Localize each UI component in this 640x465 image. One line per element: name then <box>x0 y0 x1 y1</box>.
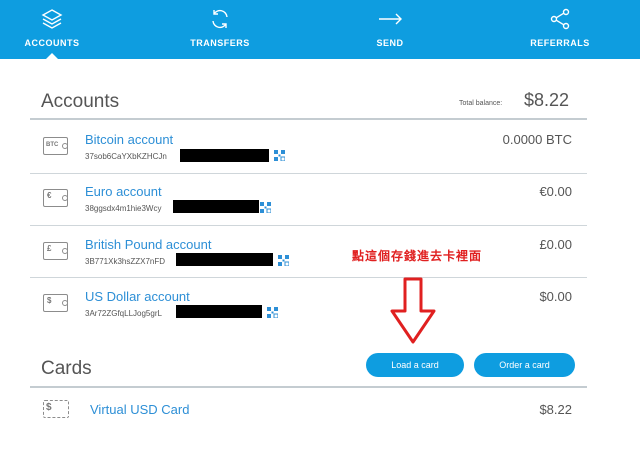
redaction-bar <box>176 253 273 266</box>
wallet-clasp <box>62 195 68 201</box>
wallet-clasp <box>62 143 68 149</box>
total-balance-label: Total balance: <box>459 100 503 107</box>
account-balance: $0.00 <box>539 289 572 304</box>
account-name-link[interactable]: Euro account <box>85 184 162 199</box>
wallet-clasp <box>62 300 68 306</box>
account-address: 38ggsdx4m1hie3Wcy <box>85 204 162 213</box>
account-balance: €0.00 <box>539 184 572 199</box>
nav-accounts[interactable]: ACCOUNTS <box>0 0 107 60</box>
redaction-bar <box>180 149 269 162</box>
qr-code-icon[interactable] <box>260 202 271 213</box>
account-row-bitcoin[interactable]: BTC Bitcoin account 37sob6CaYXbKZHCJn 0.… <box>30 121 587 173</box>
qr-code-icon[interactable] <box>278 255 289 266</box>
nav-send[interactable]: SEND <box>335 0 445 59</box>
nav-label: ACCOUNTS <box>24 38 80 48</box>
nav-label: REFERRALS <box>530 38 590 48</box>
wallet-symbol: $ <box>47 296 52 305</box>
load-card-button[interactable]: Load a card <box>366 353 464 377</box>
arrow-right-icon <box>379 13 402 25</box>
divider <box>30 386 587 388</box>
nav-label: TRANSFERS <box>190 38 250 48</box>
wallet-symbol: BTC <box>46 142 59 148</box>
account-balance: £0.00 <box>539 237 572 252</box>
account-row-usd[interactable]: $ US Dollar account 3Ar72ZGfqLLJog5grL $… <box>30 278 587 330</box>
account-name-link[interactable]: British Pound account <box>85 237 211 252</box>
redaction-bar <box>176 305 262 318</box>
card-symbol: $ <box>46 402 52 413</box>
account-row-euro[interactable]: € Euro account 38ggsdx4m1hie3Wcy €0.00 <box>30 173 587 225</box>
divider <box>30 118 587 120</box>
qr-code-icon[interactable] <box>274 150 285 161</box>
wallet-icon: $ <box>43 294 68 312</box>
annotation-text: 點這個存錢進去卡裡面 <box>352 249 483 263</box>
cards-title: Cards <box>41 358 92 379</box>
arrow-down-icon <box>390 277 436 344</box>
wallet-icon: BTC <box>43 137 68 155</box>
order-card-button[interactable]: Order a card <box>474 353 575 377</box>
account-address: 3Ar72ZGfqLLJog5grL <box>85 309 162 318</box>
account-row-gbp[interactable]: £ British Pound account 3B771Xk3hsZZX7nF… <box>30 226 587 278</box>
redaction-bar <box>173 200 259 213</box>
active-caret <box>45 53 59 60</box>
account-name-link[interactable]: US Dollar account <box>85 289 190 304</box>
account-balance: 0.0000 BTC <box>502 132 572 147</box>
wallet-symbol: £ <box>47 244 52 253</box>
nav-referrals[interactable]: REFERRALS <box>505 0 615 59</box>
total-balance-value: $8.22 <box>524 90 570 110</box>
account-name-link[interactable]: Bitcoin account <box>85 132 173 147</box>
refresh-icon <box>212 9 228 29</box>
card-name-link[interactable]: Virtual USD Card <box>90 402 189 417</box>
nav-transfers[interactable]: TRANSFERS <box>165 0 275 59</box>
wallet-icon: € <box>43 189 68 207</box>
card-balance: $8.22 <box>539 402 572 417</box>
card-row-virtual-usd[interactable]: $ Virtual USD Card $8.22 <box>30 389 587 429</box>
nav-label: SEND <box>376 38 404 48</box>
accounts-title: Accounts <box>41 91 120 112</box>
top-nav: ACCOUNTS TRANSFERS SEND REFERRALS <box>0 0 640 60</box>
layers-icon <box>41 9 63 29</box>
account-address: 3B771Xk3hsZZX7nFD <box>85 257 166 266</box>
wallet-symbol: € <box>47 191 52 200</box>
qr-code-icon[interactable] <box>267 307 278 318</box>
account-address: 37sob6CaYXbKZHCJn <box>85 152 167 161</box>
wallet-icon: £ <box>43 242 68 260</box>
share-icon <box>550 8 570 30</box>
wallet-clasp <box>62 248 68 254</box>
card-icon: $ <box>43 400 69 418</box>
